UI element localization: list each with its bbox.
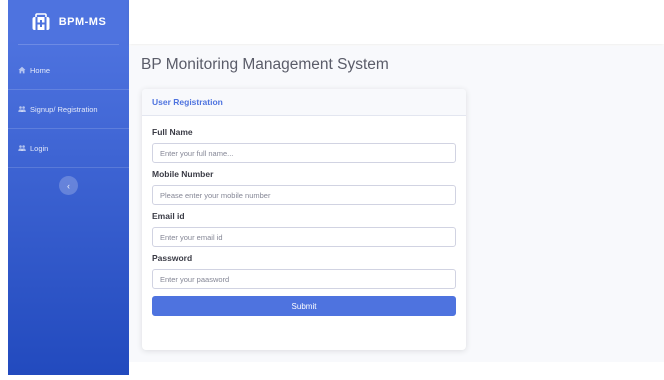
sidebar-item-home[interactable]: Home (8, 51, 129, 90)
users-icon (18, 105, 26, 113)
main-content: BP Monitoring Management System User Reg… (129, 46, 664, 362)
sidebar-item-login[interactable]: Login (8, 129, 129, 168)
card-header: User Registration (142, 89, 466, 116)
sidebar: BPM-MS Home Signup/ Registration Login ‹ (8, 0, 129, 375)
registration-card: User Registration Full Name Mobile Numbe… (142, 89, 466, 350)
full-name-input[interactable] (152, 143, 456, 163)
sidebar-item-label: Login (30, 143, 49, 153)
sidebar-brand[interactable]: BPM-MS (18, 0, 119, 45)
brand-name: BPM-MS (58, 16, 107, 28)
mobile-number-input[interactable] (152, 185, 456, 205)
email-input[interactable] (152, 227, 456, 247)
submit-button[interactable]: Submit (152, 296, 456, 316)
password-input[interactable] (152, 269, 456, 289)
full-name-label: Full Name (152, 127, 193, 137)
sidebar-toggle-button[interactable]: ‹ (59, 176, 78, 195)
users-icon (18, 144, 26, 152)
page-title: BP Monitoring Management System (141, 56, 389, 73)
password-label: Password (152, 253, 193, 263)
sidebar-item-label: Home (30, 65, 51, 75)
home-icon (18, 66, 26, 74)
chevron-left-icon: ‹ (67, 180, 70, 191)
mobile-number-label: Mobile Number (152, 169, 214, 179)
topbar (129, 0, 664, 44)
sidebar-item-signup[interactable]: Signup/ Registration (8, 90, 129, 129)
registration-form: Full Name Mobile Number Email id Passwor… (142, 116, 466, 316)
email-label: Email id (152, 211, 185, 221)
card-title: User Registration (152, 97, 223, 107)
medical-kit-icon (31, 12, 51, 32)
sidebar-item-label: Signup/ Registration (30, 104, 98, 114)
